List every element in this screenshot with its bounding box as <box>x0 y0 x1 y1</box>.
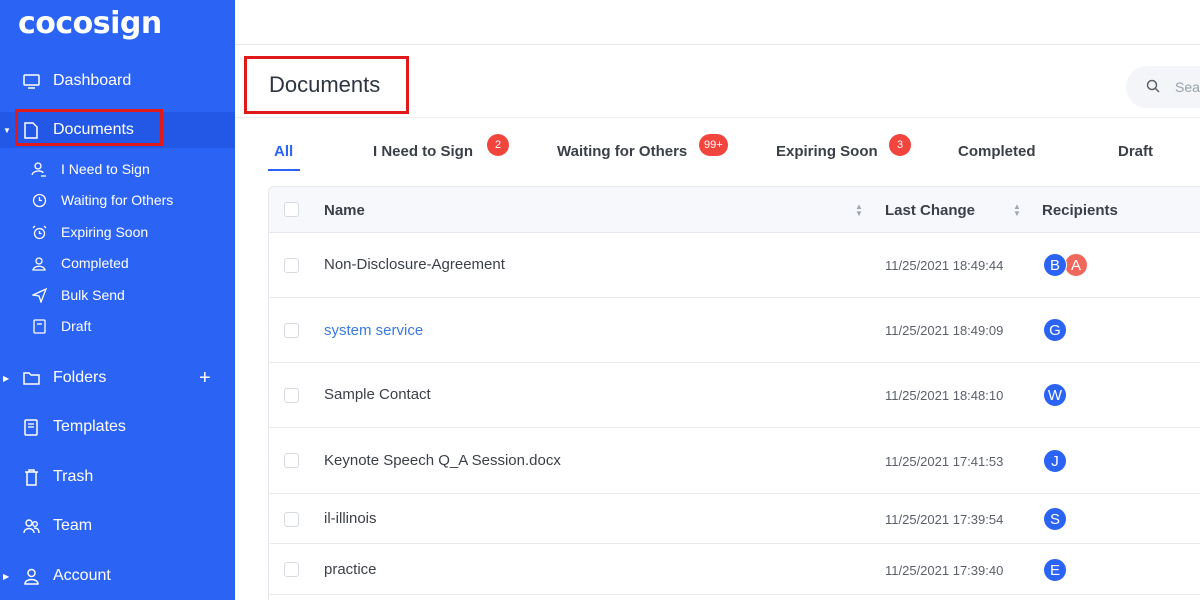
tab-waiting-for-others[interactable]: Waiting for Others <box>557 143 687 160</box>
count-badge: 2 <box>487 134 509 156</box>
tab-expiring-soon[interactable]: Expiring Soon <box>776 143 878 160</box>
recipient-avatar: A <box>1064 253 1088 277</box>
column-header-recipients: Recipients <box>1042 202 1118 219</box>
caret-right-icon: ▶ <box>3 571 10 581</box>
table-row[interactable]: Non-Disclosure-Agreement 11/25/2021 18:4… <box>269 233 1200 298</box>
sort-icon[interactable]: ▲ ▼ <box>855 203 863 218</box>
row-checkbox[interactable] <box>284 512 299 527</box>
search-placeholder: Sea <box>1175 79 1200 95</box>
recipient-avatar: B <box>1043 253 1067 277</box>
sidebar-item-label: Templates <box>53 418 126 435</box>
tab-i-need-to-sign[interactable]: I Need to Sign <box>373 143 473 160</box>
sidebar-subitem-bulk-send[interactable]: Bulk Send <box>0 281 235 309</box>
caret-right-icon: ▶ <box>3 373 10 383</box>
send-icon <box>31 287 47 303</box>
table-header: Name ▲ ▼ Last Change ▲ ▼ Recipients <box>269 187 1200 233</box>
sidebar-item-label: Dashboard <box>53 72 132 89</box>
user-icon <box>22 567 40 585</box>
recipient-avatar: W <box>1043 383 1067 407</box>
column-header-last-change[interactable]: Last Change <box>885 202 975 219</box>
sidebar-subitem-completed[interactable]: Completed <box>0 249 235 277</box>
sidebar-subitem-label: I Need to Sign <box>61 161 150 177</box>
app-logo[interactable]: cocosign <box>18 6 162 41</box>
documents-table: Name ▲ ▼ Last Change ▲ ▼ Recipients Non-Di… <box>268 186 1200 600</box>
last-change-date: 11/25/2021 18:49:09 <box>885 323 1004 338</box>
user-check-icon <box>31 255 47 271</box>
recipient-avatar: E <box>1043 558 1067 582</box>
select-all-checkbox[interactable] <box>284 202 299 217</box>
monitor-icon <box>22 72 40 90</box>
last-change-date: 11/25/2021 17:39:40 <box>885 563 1004 578</box>
sidebar-subitem-draft[interactable]: Draft <box>0 312 235 340</box>
team-icon <box>22 517 40 535</box>
sidebar-item-templates[interactable]: Templates <box>0 409 235 445</box>
row-checkbox[interactable] <box>284 323 299 338</box>
table-row[interactable]: system service 11/25/2021 18:49:09 G <box>269 298 1200 363</box>
last-change-date: 11/25/2021 18:49:44 <box>885 258 1004 273</box>
document-name[interactable]: Keynote Speech Q_A Session.docx <box>324 452 561 469</box>
last-change-date: 11/25/2021 17:39:54 <box>885 512 1004 527</box>
sidebar-subitem-label: Draft <box>61 318 92 334</box>
trash-icon <box>22 468 40 486</box>
row-checkbox[interactable] <box>284 258 299 273</box>
clock-icon <box>31 192 47 208</box>
last-change-date: 11/25/2021 18:48:10 <box>885 388 1004 403</box>
recipient-avatar: S <box>1043 507 1067 531</box>
alarm-clock-icon <box>31 224 47 240</box>
sidebar-item-dashboard[interactable]: Dashboard <box>0 63 235 99</box>
user-sign-icon <box>31 161 47 177</box>
document-name[interactable]: system service <box>324 322 423 339</box>
tab-completed[interactable]: Completed <box>958 143 1036 160</box>
search-icon <box>1146 79 1160 98</box>
active-tab-indicator <box>268 169 300 171</box>
sidebar: cocosign Dashboard ▼ Documents I Need to… <box>0 0 235 600</box>
highlight-box <box>244 56 409 114</box>
table-row[interactable]: il-illinois 11/25/2021 17:39:54 S <box>269 494 1200 544</box>
caret-down-icon: ▼ <box>3 125 11 135</box>
last-change-date: 11/25/2021 17:41:53 <box>885 454 1004 469</box>
sidebar-subitem-label: Waiting for Others <box>61 192 174 208</box>
sidebar-item-label: Account <box>53 567 111 584</box>
count-badge: 99+ <box>699 134 728 156</box>
count-badge: 3 <box>889 134 911 156</box>
document-name[interactable]: il-illinois <box>324 510 377 527</box>
sidebar-item-label: Folders <box>53 369 107 386</box>
table-row[interactable]: Keynote Speech Q_A Session.docx 11/25/20… <box>269 428 1200 494</box>
sidebar-subitem-i-need-to-sign[interactable]: I Need to Sign <box>0 155 235 183</box>
folder-icon <box>22 369 40 387</box>
recipient-avatar: J <box>1043 449 1067 473</box>
sidebar-item-label: Trash <box>53 468 94 485</box>
sidebar-item-label: Team <box>53 517 93 534</box>
highlight-box <box>15 109 163 146</box>
table-row[interactable]: practice 11/25/2021 17:39:40 E <box>269 544 1200 595</box>
column-header-name[interactable]: Name <box>324 202 365 219</box>
search-input[interactable]: Sea <box>1126 66 1200 108</box>
table-row[interactable]: Sample Contact 11/25/2021 18:48:10 W <box>269 363 1200 428</box>
divider <box>235 117 1200 118</box>
row-checkbox[interactable] <box>284 453 299 468</box>
sidebar-subitem-expiring-soon[interactable]: Expiring Soon <box>0 218 235 246</box>
sidebar-subitem-label: Expiring Soon <box>61 224 149 240</box>
template-icon <box>22 418 40 436</box>
tab-all[interactable]: All <box>274 143 293 160</box>
sort-icon[interactable]: ▲ ▼ <box>1013 203 1021 218</box>
sidebar-item-folders[interactable]: ▶ Folders + <box>0 360 235 396</box>
document-name[interactable]: Sample Contact <box>324 386 431 403</box>
recipient-avatar: G <box>1043 318 1067 342</box>
row-checkbox[interactable] <box>284 388 299 403</box>
sidebar-item-team[interactable]: Team <box>0 508 235 544</box>
top-bar <box>235 0 1200 45</box>
row-checkbox[interactable] <box>284 562 299 577</box>
document-name[interactable]: Non-Disclosure-Agreement <box>324 256 505 273</box>
sidebar-subitem-label: Completed <box>61 255 129 271</box>
sidebar-item-trash[interactable]: Trash <box>0 459 235 495</box>
sidebar-item-account[interactable]: ▶ Account <box>0 558 235 594</box>
document-name[interactable]: practice <box>324 561 377 578</box>
sidebar-subitem-waiting-for-others[interactable]: Waiting for Others <box>0 186 235 214</box>
draft-icon <box>31 318 47 334</box>
tab-draft[interactable]: Draft <box>1118 143 1153 160</box>
sidebar-subitem-label: Bulk Send <box>61 287 125 303</box>
add-folder-button[interactable]: + <box>199 367 211 390</box>
